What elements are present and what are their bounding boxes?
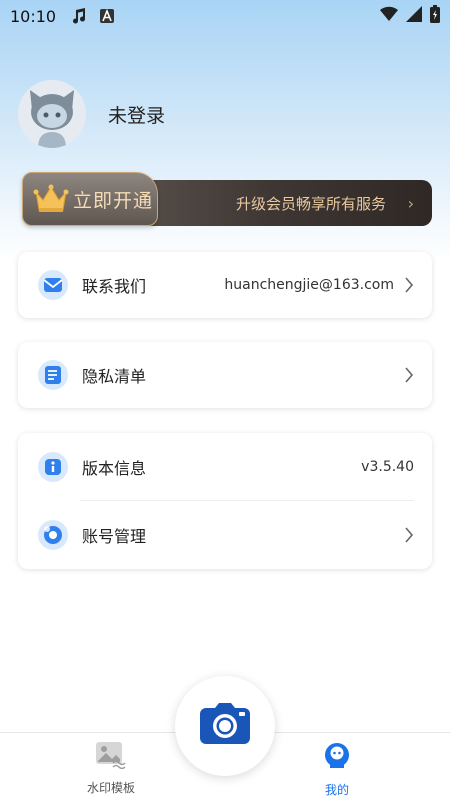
contact-email: huanchengjie@163.com [224,277,394,293]
text-a-icon [100,9,115,23]
settings-card: 版本信息 v3.5.40 账号管理 [18,433,432,569]
status-time: 10:10 [10,6,57,26]
contact-row[interactable]: 联系我们 huanchengjie@163.com [18,252,432,318]
profile-name[interactable]: 未登录 [108,101,165,128]
contact-label: 联系我们 [82,277,147,296]
camera-button[interactable] [175,676,275,776]
vip-banner[interactable]: 立即开通 升级会员畅享所有服务 › [22,172,432,226]
chevron-right-icon: › [407,193,414,213]
chevron-right-icon [404,367,414,383]
version-value: v3.5.40 [361,459,414,475]
contact-card: 联系我们 huanchengjie@163.com [18,252,432,318]
info-icon [36,450,70,484]
image-template-icon [95,741,127,773]
account-label: 账号管理 [82,527,147,546]
signal-icon [406,6,422,26]
crown-icon [31,183,71,215]
privacy-card: 隐私清单 [18,342,432,408]
account-icon [36,518,70,552]
vip-activate-button[interactable]: 立即开通 [22,172,158,226]
nav-mine[interactable]: 我的 [292,741,382,798]
vip-description: 升级会员畅享所有服务 [235,194,386,213]
version-row[interactable]: 版本信息 v3.5.40 [18,433,432,501]
nav-watermark-templates[interactable]: 水印模板 [66,741,156,796]
vip-cta-label: 立即开通 [73,189,154,212]
status-bar: 10:10 [0,0,450,32]
nav-watermark-label: 水印模板 [86,781,135,795]
account-row[interactable]: 账号管理 [18,501,432,569]
wifi-icon [380,6,398,26]
mail-icon [36,268,70,302]
chevron-right-icon [404,527,414,543]
nav-mine-label: 我的 [324,783,349,797]
battery-icon [430,5,440,27]
camera-icon [199,702,251,750]
privacy-label: 隐私清单 [82,367,147,386]
list-icon [36,358,70,392]
chevron-right-icon [404,277,414,293]
privacy-row[interactable]: 隐私清单 [18,342,432,408]
version-label: 版本信息 [82,459,147,478]
music-note-icon [70,7,88,25]
user-icon [322,741,352,775]
cat-avatar-icon[interactable] [18,80,86,148]
profile-section[interactable]: 未登录 [18,80,165,148]
